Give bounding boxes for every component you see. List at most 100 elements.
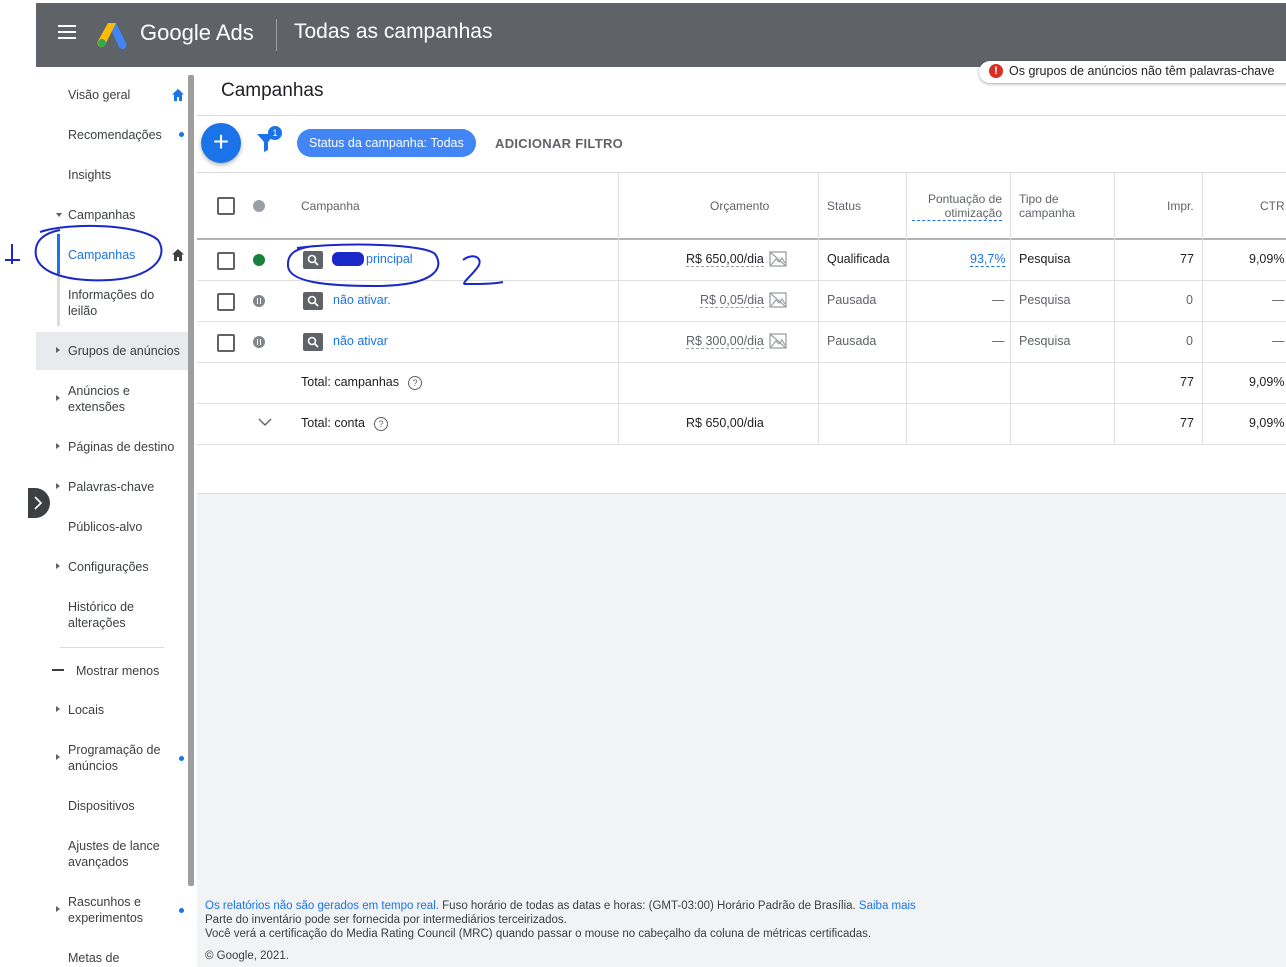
campaign-type: Pesquisa	[1019, 334, 1071, 348]
column-header-type[interactable]: Tipo de campanha	[1019, 192, 1089, 220]
caret-right-icon	[56, 443, 60, 449]
footer-line-2: Parte do inventário pode ser fornecida p…	[205, 914, 567, 926]
search-campaign-icon	[303, 292, 323, 310]
sidebar-item-dispositivos[interactable]: Dispositivos	[68, 798, 135, 814]
sidebar-item-publicos-alvo[interactable]: Públicos-alvo	[68, 519, 142, 535]
learn-more-link[interactable]: Saiba mais	[859, 900, 916, 912]
campaign-name-link[interactable]: não ativar	[333, 334, 388, 348]
sidebar-item-ajustes-de-lance[interactable]: Ajustes de lance avançados	[68, 838, 168, 870]
column-divider	[1010, 172, 1011, 444]
left-margin	[0, 0, 36, 967]
row-checkbox[interactable]	[217, 293, 235, 311]
campaign-type: Pesquisa	[1019, 252, 1071, 266]
impressions: 77	[1180, 252, 1194, 266]
chevron-right-icon	[34, 496, 43, 510]
sidebar-item-paginas-de-destino[interactable]: Páginas de destino	[68, 439, 174, 455]
sidebar-show-less[interactable]: Mostrar menos	[76, 663, 159, 679]
notification-dot	[179, 756, 184, 761]
sidebar-item-anuncios-e-extensoes[interactable]: Anúncios e extensões	[68, 383, 158, 415]
column-divider	[1114, 172, 1115, 444]
total-impressions: 77	[1180, 375, 1194, 389]
status-paused-icon	[253, 336, 265, 348]
caret-right-icon	[56, 563, 60, 569]
row-checkbox[interactable]	[217, 334, 235, 352]
sidebar-item-rascunhos-e-experimentos[interactable]: Rascunhos e experimentos	[68, 894, 158, 926]
ctr-value: 9,09%	[1249, 252, 1285, 266]
chart-unavailable-icon[interactable]	[769, 333, 787, 349]
caret-right-icon	[56, 483, 60, 489]
budget-value[interactable]: R$ 0,05/dia	[700, 293, 764, 308]
error-icon: !	[989, 64, 1003, 78]
help-icon[interactable]: ?	[408, 376, 422, 390]
chart-unavailable-icon[interactable]	[769, 292, 787, 308]
sidebar-item-metas[interactable]: Metas de	[68, 950, 119, 966]
chevron-down-icon[interactable]	[258, 418, 272, 427]
caret-right-icon	[56, 706, 60, 712]
brand-name: Google Ads	[140, 20, 254, 45]
row-divider	[197, 444, 1286, 445]
column-header-optimization[interactable]: Pontuação de otimização	[912, 192, 1002, 221]
caret-right-icon	[56, 906, 60, 912]
column-header-campaign[interactable]: Campanha	[301, 199, 360, 213]
campaign-name-link[interactable]: não ativar.	[333, 293, 391, 307]
column-header-impr[interactable]: Impr.	[1167, 199, 1194, 213]
sidebar-item-programacao-de-anuncios[interactable]: Programação de anúncios	[68, 742, 168, 774]
total-account-label: Total: conta	[301, 416, 365, 430]
budget-value[interactable]: R$ 650,00/dia	[686, 252, 764, 267]
status-enabled-dot	[253, 254, 265, 266]
row-checkbox[interactable]	[217, 252, 235, 270]
optimization-score: —	[992, 334, 1005, 348]
status-value: Qualificada	[827, 252, 890, 266]
column-header-status[interactable]: Status	[827, 199, 861, 213]
sidebar-nav: Visão geral Recomendações Insights Campa…	[36, 67, 196, 967]
minus-icon	[52, 669, 64, 671]
page-title: Campanhas	[221, 80, 324, 101]
filter-count-badge: 1	[268, 126, 282, 140]
hamburger-menu-icon[interactable]	[58, 25, 76, 39]
total-account-budget: R$ 650,00/dia	[686, 416, 764, 430]
status-value: Pausada	[827, 334, 877, 348]
total-account-impressions: 77	[1180, 416, 1194, 430]
optimization-score: —	[992, 293, 1005, 307]
sidebar-item-locais[interactable]: Locais	[68, 702, 104, 718]
top-app-bar: Google Ads Todas as campanhas	[36, 3, 1286, 67]
sidebar-item-palavras-chave[interactable]: Palavras-chave	[68, 479, 154, 495]
add-campaign-button[interactable]: +	[201, 123, 241, 163]
impressions: 0	[1186, 293, 1193, 307]
sidebar-item-configuracoes[interactable]: Configurações	[68, 559, 149, 575]
sidebar-item-grupos-de-anuncios[interactable]: Grupos de anúncios	[68, 343, 180, 359]
row-divider	[197, 362, 1286, 363]
status-filter-chip[interactable]: Status da campanha: Todas	[297, 129, 476, 157]
header-divider	[276, 19, 277, 51]
notification-dot	[179, 908, 184, 913]
sidebar-divider	[60, 647, 164, 648]
impressions: 0	[1186, 334, 1193, 348]
annotation-circle-1	[5, 224, 163, 282]
realtime-reports-link[interactable]: Os relatórios não são gerados em tempo r…	[205, 900, 439, 912]
column-header-ctr[interactable]: CTR	[1260, 199, 1285, 213]
campaign-type: Pesquisa	[1019, 293, 1071, 307]
caret-right-icon	[56, 395, 60, 401]
google-ads-logo	[96, 21, 128, 50]
select-all-checkbox[interactable]	[217, 197, 235, 215]
annotation-circle-2	[286, 243, 504, 288]
warning-toast[interactable]: ! Os grupos de anúncios não têm palavras…	[979, 61, 1286, 83]
column-divider	[818, 172, 819, 444]
footer-line-3: Você verá a certificação do Media Rating…	[205, 928, 872, 940]
sidebar-item-insights[interactable]: Insights	[68, 167, 111, 183]
column-header-budget[interactable]: Orçamento	[710, 199, 769, 213]
title-divider	[197, 115, 1286, 116]
sidebar-scrollbar[interactable]	[188, 75, 194, 886]
budget-value[interactable]: R$ 300,00/dia	[686, 334, 764, 349]
chart-unavailable-icon[interactable]	[769, 251, 787, 267]
help-icon[interactable]: ?	[374, 417, 388, 431]
total-ctr: 9,09%	[1249, 375, 1285, 389]
caret-down-icon	[56, 213, 62, 217]
sidebar-item-visao-geral[interactable]: Visão geral	[68, 87, 130, 103]
sidebar-item-recomendacoes[interactable]: Recomendações	[68, 127, 162, 143]
status-header-dot	[253, 200, 265, 212]
footer-copyright: © Google, 2021.	[205, 950, 289, 962]
sidebar-item-historico-de-alteracoes[interactable]: Histórico de alterações	[68, 599, 158, 631]
add-filter-button[interactable]: ADICIONAR FILTRO	[495, 136, 623, 151]
optimization-score[interactable]: 93,7%	[970, 252, 1006, 267]
